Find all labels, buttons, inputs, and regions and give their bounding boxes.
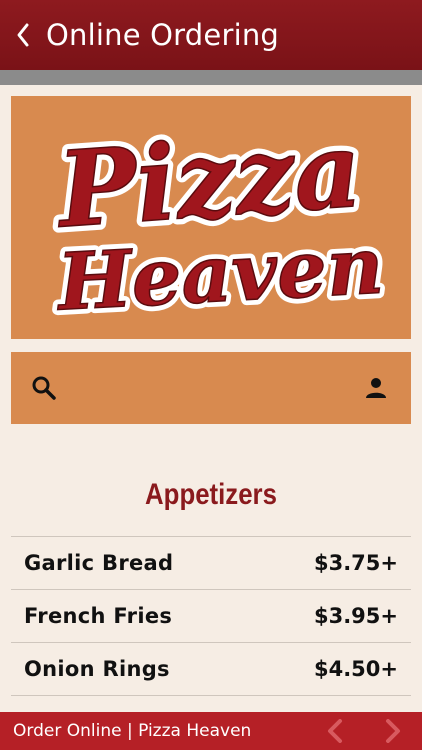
app-header: Online Ordering (0, 0, 422, 70)
chevron-left-icon (328, 719, 342, 743)
search-icon (32, 376, 56, 400)
menu-item-name: French Fries (24, 604, 173, 628)
header-divider (0, 70, 422, 85)
restaurant-logo: Pizza Pizza Heaven Heaven (11, 96, 411, 339)
footer-bar: Order Online | Pizza Heaven (0, 712, 422, 750)
search-button[interactable] (29, 373, 59, 403)
menu-item[interactable]: Garlic Bread $3.75+ (11, 536, 411, 589)
menu-item[interactable]: Onion Rings $4.50+ (11, 642, 411, 695)
menu-item-price: $3.75+ (313, 551, 398, 575)
page-title: Online Ordering (46, 18, 280, 52)
search-toolbar (11, 352, 411, 424)
next-button[interactable] (364, 712, 422, 750)
chevron-left-icon (17, 23, 29, 47)
back-button[interactable] (0, 0, 46, 70)
section-title: Appetizers (145, 478, 277, 511)
person-icon (366, 378, 386, 398)
prev-button[interactable] (306, 712, 364, 750)
pizza-heaven-logo: Pizza Pizza Heaven Heaven (45, 102, 391, 334)
menu-item-price: $3.95+ (313, 604, 398, 628)
menu-item-name: Onion Rings (24, 657, 170, 681)
menu-item-name: Garlic Bread (24, 551, 174, 575)
svg-text:Heaven: Heaven (54, 221, 386, 329)
menu-item-price: $4.50+ (313, 657, 398, 681)
menu-item[interactable]: French Fries $3.95+ (11, 589, 411, 642)
footer-nav (306, 712, 422, 750)
footer-text: Order Online | Pizza Heaven (13, 721, 252, 741)
chevron-right-icon (386, 719, 400, 743)
account-button[interactable] (361, 373, 391, 403)
